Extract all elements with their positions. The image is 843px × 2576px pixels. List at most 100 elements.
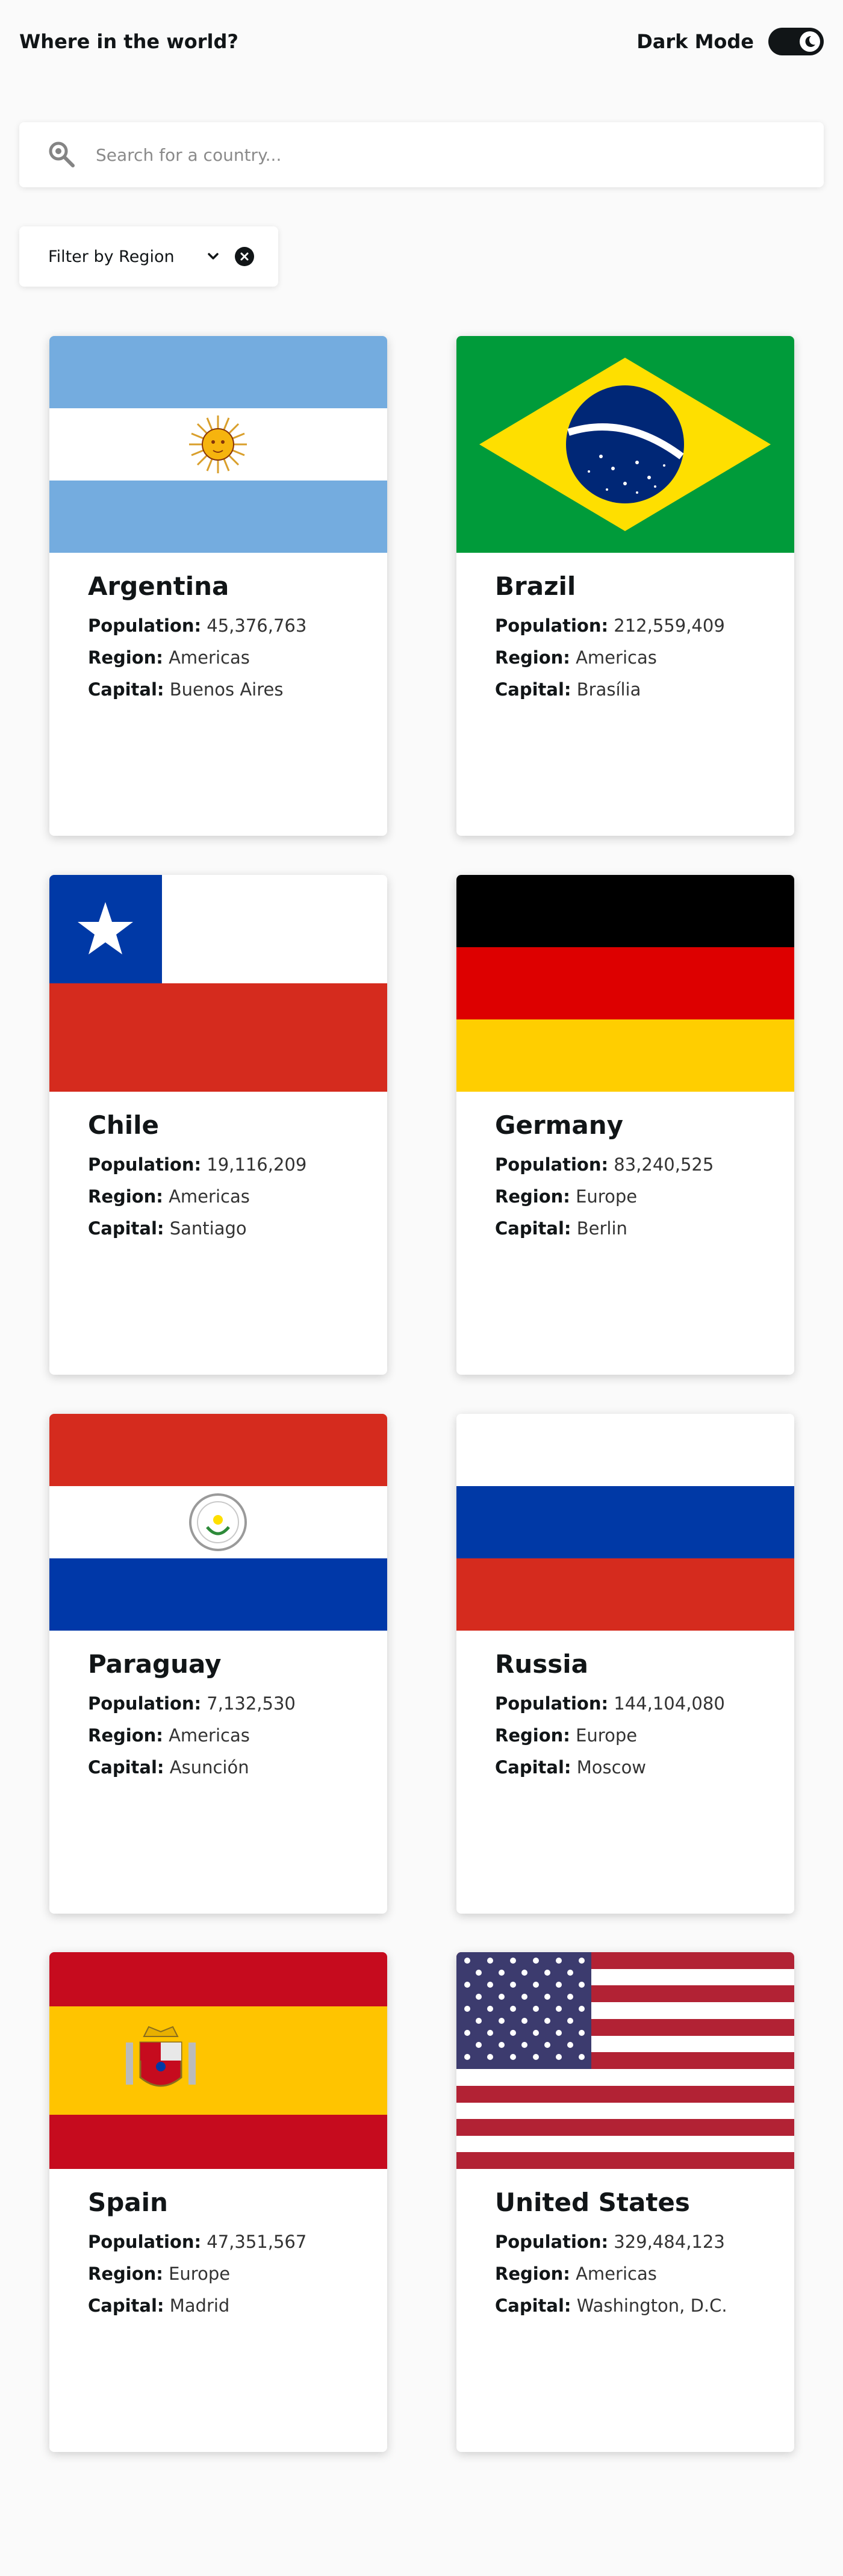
capital-value: Madrid [169,2295,230,2316]
population-value: 329,484,123 [614,2232,725,2253]
country-card[interactable]: Spain Population: 47,351,567 Region: Eur… [49,1952,387,2452]
search-input[interactable] [95,144,759,166]
flag-germany [456,875,794,1092]
country-name: Chile [88,1110,160,1140]
capital-value: Berlin [576,1218,627,1239]
flag-paraguay [49,1414,387,1631]
search-bar[interactable] [19,122,824,187]
population-value: 212,559,409 [614,615,725,636]
population-row: Population: 47,351,567 [88,2226,373,2258]
capital-value: Buenos Aires [169,679,284,700]
moon-icon [800,31,820,52]
region-label: Region: [88,1186,163,1207]
population-value: 144,104,080 [614,1693,725,1714]
region-value: Americas [169,1186,250,1207]
population-label: Population: [88,2232,202,2253]
population-label: Population: [495,2232,609,2253]
region-value: Americas [169,1725,250,1746]
region-row: Region: Europe [495,1181,780,1213]
dark-mode-control[interactable]: Dark Mode [636,28,824,55]
region-filter[interactable]: Filter by Region [19,226,278,287]
flag-spain [49,1952,387,2169]
capital-value: Asunción [169,1757,249,1778]
capital-value: Washington, D.C. [576,2295,727,2316]
header: Where in the world? Dark Mode [0,0,843,83]
region-label: Region: [495,1725,570,1746]
population-value: 7,132,530 [207,1693,296,1714]
capital-value: Santiago [169,1218,247,1239]
capital-label: Capital: [495,1218,571,1239]
region-value: Americas [576,2263,657,2285]
region-label: Region: [88,647,163,668]
flag-brazil [456,336,794,553]
country-name: Brazil [495,571,576,601]
country-card[interactable]: Argentina Population: 45,376,763 Region:… [49,336,387,836]
country-name: United States [495,2188,690,2217]
country-name: Argentina [88,571,229,601]
population-label: Population: [495,615,609,636]
region-label: Region: [88,2263,163,2285]
country-name: Russia [495,1649,588,1679]
region-label: Region: [495,2263,570,2285]
capital-label: Capital: [495,679,571,700]
region-value: Europe [169,2263,231,2285]
region-row: Region: Americas [495,2258,780,2290]
population-row: Population: 19,116,209 [88,1149,373,1181]
flag-argentina [49,336,387,553]
country-name: Paraguay [88,1649,222,1679]
capital-row: Capital: Washington, D.C. [495,2290,780,2322]
region-value: Americas [576,647,657,668]
population-label: Population: [495,1154,609,1175]
population-row: Population: 7,132,530 [88,1688,373,1720]
capital-label: Capital: [88,2295,164,2316]
flag-chile [49,875,387,1092]
population-row: Population: 144,104,080 [495,1688,780,1720]
region-label: Region: [495,647,570,668]
capital-row: Capital: Madrid [88,2290,373,2322]
capital-row: Capital: Brasília [495,674,780,706]
app-title: Where in the world? [19,30,238,53]
region-row: Region: Americas [88,642,373,674]
flag-russia [456,1414,794,1631]
population-label: Population: [495,1693,609,1714]
region-row: Region: Europe [495,1720,780,1752]
dark-mode-label: Dark Mode [636,30,754,53]
country-name: Germany [495,1110,624,1140]
country-card[interactable]: Germany Population: 83,240,525 Region: E… [456,875,794,1375]
capital-row: Capital: Berlin [495,1213,780,1245]
region-row: Region: Americas [88,1181,373,1213]
region-row: Region: Americas [495,642,780,674]
country-card[interactable]: United States Population: 329,484,123 Re… [456,1952,794,2452]
population-row: Population: 329,484,123 [495,2226,780,2258]
capital-label: Capital: [88,1757,164,1778]
country-name: Spain [88,2188,168,2217]
dark-mode-toggle[interactable] [768,28,824,55]
capital-row: Capital: Asunción [88,1752,373,1784]
region-value: Europe [576,1186,638,1207]
chevron-down-icon[interactable] [206,249,220,264]
population-value: 83,240,525 [614,1154,714,1175]
region-label: Region: [495,1186,570,1207]
clear-filter-icon[interactable] [235,247,254,266]
capital-value: Moscow [576,1757,647,1778]
region-row: Region: Americas [88,1720,373,1752]
capital-row: Capital: Buenos Aires [88,674,373,706]
region-value: Americas [169,647,250,668]
search-icon [46,139,78,170]
country-card[interactable]: Russia Population: 144,104,080 Region: E… [456,1414,794,1914]
population-row: Population: 212,559,409 [495,610,780,642]
capital-label: Capital: [495,2295,571,2316]
country-card[interactable]: Brazil Population: 212,559,409 Region: A… [456,336,794,836]
country-card[interactable]: Chile Population: 19,116,209 Region: Ame… [49,875,387,1375]
population-label: Population: [88,1693,202,1714]
region-row: Region: Europe [88,2258,373,2290]
region-filter-label: Filter by Region [48,247,175,266]
population-value: 19,116,209 [207,1154,307,1175]
population-row: Population: 83,240,525 [495,1149,780,1181]
capital-row: Capital: Santiago [88,1213,373,1245]
capital-value: Brasília [576,679,641,700]
flag-united-states [456,1952,794,2169]
region-value: Europe [576,1725,638,1746]
country-card[interactable]: Paraguay Population: 7,132,530 Region: A… [49,1414,387,1914]
capital-label: Capital: [495,1757,571,1778]
